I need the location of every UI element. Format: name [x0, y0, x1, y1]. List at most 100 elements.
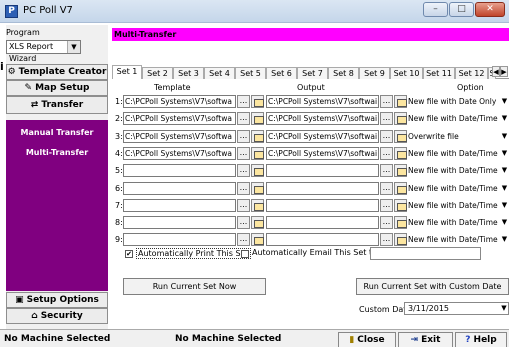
tab-set-5[interactable]: Set 5 — [235, 67, 266, 79]
tab-set-9[interactable]: Set 9 — [359, 67, 390, 79]
folder-open-icon[interactable] — [251, 147, 264, 160]
nav-template-creator[interactable]: ⚙ Template Creator — [6, 64, 108, 80]
nav-security[interactable]: ⌂ Security — [6, 308, 108, 324]
tab-set-1[interactable]: Set 1 — [112, 65, 142, 79]
tab-set-10[interactable]: Set 10 — [390, 67, 423, 79]
folder-open-icon[interactable] — [251, 233, 264, 246]
folder-open-icon[interactable] — [251, 130, 264, 143]
maximize-button[interactable]: □ — [449, 2, 474, 17]
nav-setup-options[interactable]: ▣ Setup Options — [6, 292, 108, 308]
option-select[interactable]: New file with Date/Time ▼ — [408, 182, 509, 195]
folder-open-icon[interactable] — [251, 199, 264, 212]
option-select[interactable]: New file with Date/Time ▼ — [408, 164, 509, 177]
template-path-input[interactable]: C:\PCPoll Systems\V7\softwa — [123, 147, 236, 160]
template-path-input[interactable] — [123, 233, 236, 246]
output-path-input[interactable]: C:\PCPoll Systems\V7\softwai — [266, 112, 379, 125]
output-path-input[interactable]: C:\PCPoll Systems\V7\softwai — [266, 95, 379, 108]
option-select[interactable]: New file with Date Only ▼ — [408, 95, 509, 108]
option-select[interactable]: New file with Date/Time ▼ — [408, 233, 509, 246]
output-path-input[interactable] — [266, 199, 379, 212]
browse-output-button[interactable]: ... — [380, 130, 393, 143]
option-select[interactable]: New file with Date/Time ▼ — [408, 216, 509, 229]
nav-map-setup[interactable]: ✎ Map Setup — [6, 80, 108, 96]
browse-template-button[interactable]: ... — [237, 112, 250, 125]
tab-scroll-left-icon[interactable]: ◀ — [492, 66, 500, 77]
browse-template-button[interactable]: ... — [237, 164, 250, 177]
folder-open-icon[interactable] — [394, 233, 407, 246]
output-path-input[interactable] — [266, 216, 379, 229]
browse-template-button[interactable]: ... — [237, 130, 250, 143]
output-path-input[interactable] — [266, 164, 379, 177]
browse-template-button[interactable]: ... — [237, 233, 250, 246]
run-custom-date-button[interactable]: Run Current Set with Custom Date — [356, 278, 509, 295]
folder-open-icon[interactable] — [251, 95, 264, 108]
tab-set-8[interactable]: Set 8 — [328, 67, 359, 79]
browse-template-button[interactable]: ... — [237, 199, 250, 212]
submenu-multi-transfer[interactable]: Multi-Transfer — [6, 148, 108, 157]
template-path-input[interactable]: C:\PCPoll Systems\V7\softwa — [123, 130, 236, 143]
template-path-input[interactable]: C:\PCPoll Systems\V7\softwa — [123, 95, 236, 108]
browse-output-button[interactable]: ... — [380, 199, 393, 212]
email-input[interactable] — [370, 247, 481, 260]
output-path-input[interactable] — [266, 233, 379, 246]
template-path-input[interactable] — [123, 182, 236, 195]
template-path-input[interactable] — [123, 164, 236, 177]
output-path-input[interactable] — [266, 182, 379, 195]
minimize-button[interactable]: – — [423, 2, 448, 17]
browse-template-button[interactable]: ... — [237, 95, 250, 108]
tab-set-2[interactable]: Set 2 — [142, 67, 173, 79]
custom-date-picker[interactable]: 3/11/2015 ▼ — [404, 302, 509, 315]
help-button[interactable]: ? Help — [455, 332, 507, 347]
browse-output-button[interactable]: ... — [380, 233, 393, 246]
output-path-input[interactable]: C:\PCPoll Systems\V7\softwai — [266, 147, 379, 160]
browse-output-button[interactable]: ... — [380, 112, 393, 125]
folder-open-icon[interactable] — [251, 216, 264, 229]
tab-scroll-right-icon[interactable]: ▶ — [500, 66, 508, 77]
folder-open-icon[interactable] — [394, 199, 407, 212]
tab-set-11[interactable]: Set 11 — [423, 67, 455, 79]
option-select[interactable]: New file with Date/Time ▼ — [408, 199, 509, 212]
folder-open-icon[interactable] — [394, 216, 407, 229]
close-button[interactable]: ▮ Close — [338, 332, 396, 347]
browse-output-button[interactable]: ... — [380, 216, 393, 229]
auto-email-checkbox[interactable] — [241, 250, 249, 258]
custom-date-value: 3/11/2015 — [408, 304, 450, 313]
output-path-input[interactable]: C:\PCPoll Systems\V7\softwai — [266, 130, 379, 143]
folder-open-icon[interactable] — [394, 164, 407, 177]
nav-transfer[interactable]: ⇄ Transfer — [6, 96, 108, 114]
auto-print-checkbox[interactable]: ✔ — [125, 250, 133, 258]
browse-template-button[interactable]: ... — [237, 216, 250, 229]
folder-open-icon[interactable] — [394, 130, 407, 143]
close-window-button[interactable]: ✕ — [475, 2, 505, 17]
folder-open-icon[interactable] — [394, 95, 407, 108]
browse-output-button[interactable]: ... — [380, 95, 393, 108]
template-path-input[interactable]: C:\PCPoll Systems\V7\softwa — [123, 112, 236, 125]
run-current-set-now-button[interactable]: Run Current Set Now — [123, 278, 266, 295]
option-select[interactable]: New file with Date/Time ▼ — [408, 112, 509, 125]
tab-set-7[interactable]: Set 7 — [297, 67, 328, 79]
tab-set-3[interactable]: Set 3 — [173, 67, 204, 79]
folder-open-icon[interactable] — [394, 147, 407, 160]
tab-set-12[interactable]: Set 12 — [455, 67, 488, 79]
browse-template-button[interactable]: ... — [237, 147, 250, 160]
submenu-manual-transfer[interactable]: Manual Transfer — [6, 128, 108, 137]
chevron-down-icon: ▼ — [501, 201, 508, 209]
browse-output-button[interactable]: ... — [380, 164, 393, 177]
folder-open-icon[interactable] — [394, 182, 407, 195]
folder-open-icon[interactable] — [251, 164, 264, 177]
browse-output-button[interactable]: ... — [380, 147, 393, 160]
folder-open-icon[interactable] — [251, 182, 264, 195]
program-select[interactable]: XLS Report Wizard ▼ — [6, 40, 81, 63]
tab-set-6[interactable]: Set 6 — [266, 67, 297, 79]
tab-set-4[interactable]: Set 4 — [204, 67, 235, 79]
template-path-input[interactable] — [123, 216, 236, 229]
chevron-down-icon: ▼ — [501, 235, 508, 243]
folder-open-icon[interactable] — [394, 112, 407, 125]
folder-open-icon[interactable] — [251, 112, 264, 125]
browse-output-button[interactable]: ... — [380, 182, 393, 195]
browse-template-button[interactable]: ... — [237, 182, 250, 195]
exit-button[interactable]: ⇥ Exit — [398, 332, 453, 347]
option-select[interactable]: New file with Date/Time ▼ — [408, 147, 509, 160]
option-select[interactable]: Overwrite file ▼ — [408, 130, 509, 143]
template-path-input[interactable] — [123, 199, 236, 212]
